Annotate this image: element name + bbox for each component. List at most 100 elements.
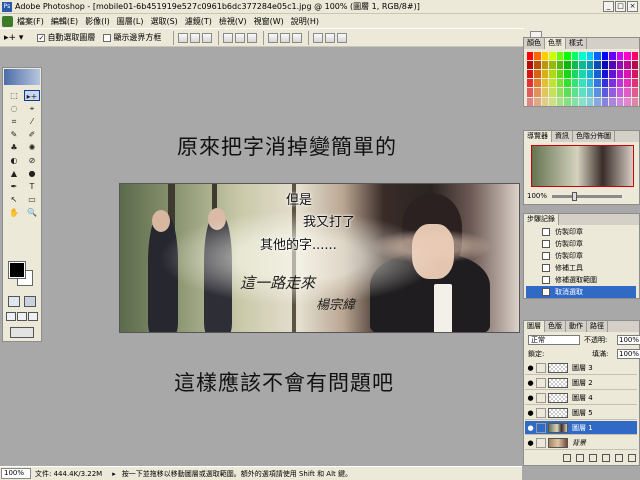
tab-styles[interactable]: 樣式 <box>566 38 587 49</box>
adjustment-layer-icon[interactable] <box>602 454 610 462</box>
history-item[interactable]: 修補選取範圍 <box>526 274 636 286</box>
swatch[interactable] <box>534 97 541 106</box>
swatch[interactable] <box>609 52 616 61</box>
marquee-tool-icon[interactable]: ⬚ <box>6 90 22 101</box>
distribute-top-icon[interactable] <box>268 32 279 43</box>
swatch[interactable] <box>609 97 616 106</box>
swatch[interactable] <box>609 70 616 79</box>
link-icon[interactable] <box>536 437 546 448</box>
quick-mask-mode-icon[interactable] <box>24 296 36 307</box>
clone-stamp-tool-icon[interactable]: ♣ <box>6 142 22 153</box>
menu-edit[interactable]: 編輯(E) <box>51 16 78 27</box>
swatch[interactable] <box>549 88 556 97</box>
tab-layers[interactable]: 圖層 <box>524 321 545 332</box>
history-item-selected[interactable]: 取消選取 <box>526 286 636 298</box>
menu-image[interactable]: 影像(I) <box>85 16 110 27</box>
swatch[interactable] <box>624 52 631 61</box>
swatch[interactable] <box>586 61 594 70</box>
menu-filter[interactable]: 濾鏡(T) <box>185 16 212 27</box>
minimize-button[interactable]: _ <box>603 1 614 12</box>
distribute-left-icon[interactable] <box>313 32 324 43</box>
swatch[interactable] <box>564 61 571 70</box>
distribute-bottom-icon[interactable] <box>292 32 303 43</box>
swatch[interactable] <box>571 88 579 97</box>
menu-window[interactable]: 視窗(W) <box>254 16 284 27</box>
swatch[interactable] <box>594 70 601 79</box>
swatch[interactable] <box>549 61 556 70</box>
swatch[interactable] <box>616 88 624 97</box>
swatch[interactable] <box>571 97 579 106</box>
layer-row[interactable]: ● 圖層 5 <box>525 406 637 420</box>
swatch[interactable] <box>549 79 556 88</box>
swatch[interactable] <box>556 79 564 88</box>
menu-file[interactable]: 檔案(F) <box>17 16 44 27</box>
path-select-tool-icon[interactable]: ↖ <box>6 194 22 205</box>
zoom-tool-icon[interactable]: 🔍 <box>24 207 40 218</box>
hand-tool-icon[interactable]: ✋ <box>6 207 22 218</box>
eye-icon[interactable]: ● <box>525 364 536 372</box>
layer-row[interactable]: ● 圖層 3 <box>525 361 637 375</box>
swatch[interactable] <box>534 61 541 70</box>
history-brush-tool-icon[interactable]: ✺ <box>24 142 40 153</box>
tab-history[interactable]: 步驟記錄 <box>524 214 559 225</box>
navigator-zoom-slider[interactable] <box>552 192 622 201</box>
show-bounds-checkbox[interactable] <box>103 33 112 42</box>
link-icon[interactable] <box>536 392 546 403</box>
eye-icon[interactable]: ● <box>525 439 536 447</box>
swatch[interactable] <box>586 97 594 106</box>
history-item[interactable]: 仿製印章 <box>526 250 636 262</box>
swatch[interactable] <box>601 88 609 97</box>
swatch[interactable] <box>571 79 579 88</box>
eye-icon[interactable]: ● <box>525 424 536 432</box>
eraser-tool-icon[interactable]: ◐ <box>6 155 22 166</box>
swatch[interactable] <box>616 52 624 61</box>
document-image[interactable]: 但是 我又打了 其他的字...... 這一路走來 楊宗緯 <box>119 183 520 333</box>
swatch[interactable] <box>594 61 601 70</box>
link-icon[interactable] <box>536 377 546 388</box>
blur-tool-icon[interactable]: ▲ <box>6 168 22 179</box>
dodge-tool-icon[interactable]: ● <box>24 168 40 179</box>
swatch[interactable] <box>527 70 534 79</box>
swatch[interactable] <box>631 97 638 106</box>
swatch[interactable] <box>534 70 541 79</box>
tab-paths[interactable]: 路徑 <box>587 321 608 332</box>
swatch[interactable] <box>534 88 541 97</box>
swatch[interactable] <box>549 52 556 61</box>
standard-mode-icon[interactable] <box>8 296 20 307</box>
navigator-thumbnail[interactable] <box>531 145 634 187</box>
swatch[interactable] <box>586 79 594 88</box>
swatch[interactable] <box>594 97 601 106</box>
align-hcenter-icon[interactable] <box>235 32 246 43</box>
align-left-icon[interactable] <box>223 32 234 43</box>
status-menu-arrow[interactable]: ▸ <box>112 470 116 478</box>
jump-to-imageready-icon[interactable] <box>10 327 34 338</box>
align-bottom-icon[interactable] <box>202 32 213 43</box>
swatch[interactable] <box>571 61 579 70</box>
swatch[interactable] <box>564 97 571 106</box>
swatch[interactable] <box>564 79 571 88</box>
swatch[interactable] <box>601 97 609 106</box>
foreground-color-swatch[interactable] <box>8 261 26 279</box>
swatch[interactable] <box>631 79 638 88</box>
swatch[interactable] <box>541 88 549 97</box>
swatch[interactable] <box>594 79 601 88</box>
swatch[interactable] <box>556 97 564 106</box>
swatch[interactable] <box>556 52 564 61</box>
align-right-icon[interactable] <box>247 32 258 43</box>
swatch[interactable] <box>527 97 534 106</box>
layer-row[interactable]: ● 圖層 4 <box>525 391 637 405</box>
history-item[interactable]: 仿製印章 <box>526 226 636 238</box>
swatch[interactable] <box>556 70 564 79</box>
swatch[interactable] <box>579 79 586 88</box>
trash-icon[interactable] <box>628 454 636 462</box>
swatch[interactable] <box>527 88 534 97</box>
layer-row[interactable]: ● 圖層 2 <box>525 376 637 390</box>
swatch[interactable] <box>624 79 631 88</box>
swatch[interactable] <box>609 88 616 97</box>
pen-tool-icon[interactable]: ✒ <box>6 181 22 192</box>
distribute-hcenter-icon[interactable] <box>325 32 336 43</box>
swatch[interactable] <box>527 79 534 88</box>
layer-row-selected[interactable]: ● 圖層 1 <box>525 421 637 435</box>
swatch[interactable] <box>564 88 571 97</box>
history-item[interactable]: 仿製印章 <box>526 238 636 250</box>
